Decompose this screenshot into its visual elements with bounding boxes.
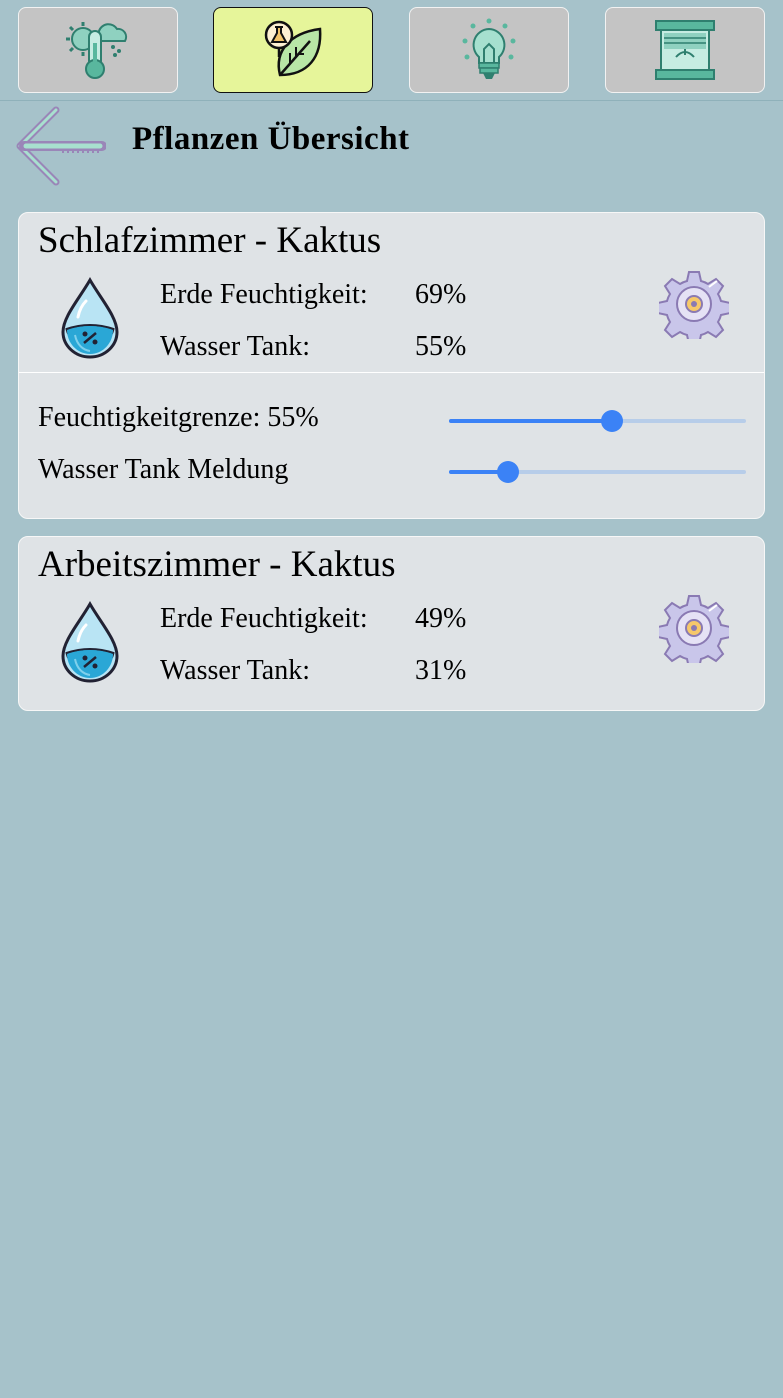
- water-tank-label: Wasser Tank:: [160, 655, 311, 686]
- plant-leaf-icon: [264, 20, 322, 77]
- plant-title: Arbeitszimmer - Kaktus: [38, 544, 396, 585]
- water-tank-value: 55%: [415, 331, 467, 362]
- soil-moisture-value: 49%: [415, 603, 467, 634]
- water-tank-label: Wasser Tank:: [160, 331, 311, 362]
- tank-alert-label: Wasser Tank Meldung: [38, 454, 289, 485]
- gear-icon[interactable]: [659, 593, 729, 663]
- light-bulb-icon: [462, 18, 516, 79]
- card-divider: [19, 372, 764, 373]
- thermometer-weather-icon: [66, 22, 128, 79]
- window-blinds-icon: [655, 20, 715, 80]
- top-nav: [0, 0, 783, 101]
- nav-climate-button[interactable]: [18, 7, 178, 93]
- nav-blinds-button[interactable]: [605, 7, 765, 93]
- slider-thumb[interactable]: [497, 461, 520, 483]
- back-arrow-icon: [16, 106, 107, 186]
- tank-alert-slider[interactable]: [449, 459, 746, 485]
- water-drop-icon: [59, 277, 121, 359]
- water-drop-icon: [59, 601, 121, 683]
- slider-thumb[interactable]: [601, 410, 624, 432]
- plant-card-arbeitszimmer: Arbeitszimmer - Kaktus Erde Feuchtigkeit…: [18, 536, 765, 711]
- plant-title: Schlafzimmer - Kaktus: [38, 220, 382, 261]
- water-tank-value: 31%: [415, 655, 467, 686]
- back-button[interactable]: [16, 106, 107, 186]
- soil-moisture-label: Erde Feuchtigkeit:: [160, 279, 368, 310]
- gear-icon[interactable]: [659, 269, 729, 339]
- soil-moisture-label: Erde Feuchtigkeit:: [160, 603, 368, 634]
- page-title: Pflanzen Übersicht: [132, 121, 410, 157]
- slider-fill: [449, 419, 613, 423]
- soil-moisture-value: 69%: [415, 279, 467, 310]
- plant-card-schlafzimmer: Schlafzimmer - Kaktus Erde Feuchtigkeit:…: [18, 212, 765, 519]
- nav-light-button[interactable]: [409, 7, 569, 93]
- moisture-threshold-slider[interactable]: [449, 408, 746, 434]
- nav-plants-button[interactable]: [213, 7, 373, 93]
- moisture-threshold-label: Feuchtigkeitgrenze: 55%: [38, 402, 319, 433]
- page-header: Pflanzen Übersicht: [0, 101, 783, 191]
